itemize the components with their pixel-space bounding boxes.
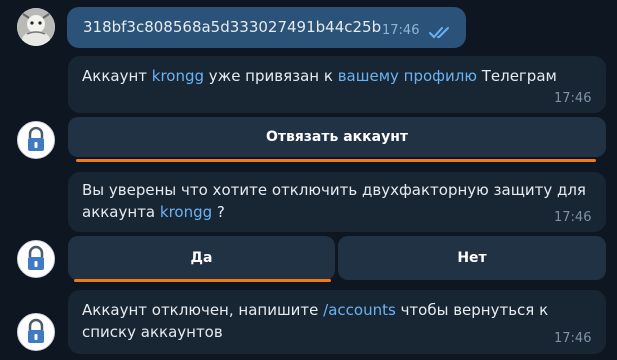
- account-linked-time: 17:46: [554, 91, 592, 106]
- confirm-disable-message: Вы уверены что хотите отключить двухфакт…: [68, 172, 606, 232]
- confirm-line-2-suffix: ?: [212, 203, 225, 221]
- lock-icon: [28, 245, 44, 270]
- unlink-button-highlight: [76, 159, 596, 162]
- account-linked-text: Аккаунт krongg уже привязан к вашему про…: [82, 66, 557, 87]
- lock-icon: [28, 126, 44, 151]
- user-avatar[interactable]: [17, 8, 55, 46]
- profile-link[interactable]: вашему профилю: [338, 67, 477, 85]
- account-name-link[interactable]: krongg: [152, 67, 204, 85]
- confirm-line-2-prefix: аккаунта: [82, 203, 160, 221]
- accounts-command-link[interactable]: /accounts: [323, 301, 396, 319]
- bot-avatar[interactable]: [17, 240, 55, 278]
- outgoing-message[interactable]: 318bf3c808568a5d333027491b44c25b 17:46: [67, 7, 466, 48]
- outgoing-message-time: 17:46: [382, 23, 420, 38]
- unlink-account-button[interactable]: Отвязать аккаунт: [68, 117, 606, 157]
- confirm-line-1: Вы уверены что хотите отключить двухфакт…: [82, 181, 586, 199]
- confirm-yes-button[interactable]: Да: [68, 236, 335, 280]
- yes-button-highlight: [74, 279, 331, 282]
- confirm-time: 17:46: [554, 210, 592, 225]
- user-photo-icon: [17, 8, 55, 46]
- account-linked-message: Аккаунт krongg уже привязан к вашему про…: [68, 56, 606, 113]
- disabled-line-1-prefix: Аккаунт отключен, напишите: [82, 301, 324, 319]
- lock-icon: [28, 318, 44, 343]
- bot-avatar[interactable]: [17, 313, 55, 351]
- outgoing-message-text: 318bf3c808568a5d333027491b44c25b: [83, 18, 382, 36]
- account-linked-suffix: Телеграм: [476, 67, 557, 85]
- account-linked-prefix: Аккаунт: [82, 67, 152, 85]
- disabled-line-1-suffix: чтобы вернуться к: [395, 301, 549, 319]
- disabled-line-2: списку аккаунтов: [82, 323, 223, 341]
- disabled-line-1: Аккаунт отключен, напишите /accounts что…: [82, 300, 548, 321]
- bot-avatar[interactable]: [17, 121, 55, 159]
- double-check-icon: [429, 27, 449, 39]
- account-linked-middle: уже привязан к: [204, 67, 338, 85]
- account-disabled-message: Аккаунт отключен, напишите /accounts что…: [68, 290, 606, 354]
- confirm-line-2: аккаунта krongg ?: [82, 202, 225, 223]
- disabled-time: 17:46: [554, 331, 592, 346]
- confirm-no-button[interactable]: Нет: [338, 236, 606, 280]
- confirm-account-link[interactable]: krongg: [160, 203, 212, 221]
